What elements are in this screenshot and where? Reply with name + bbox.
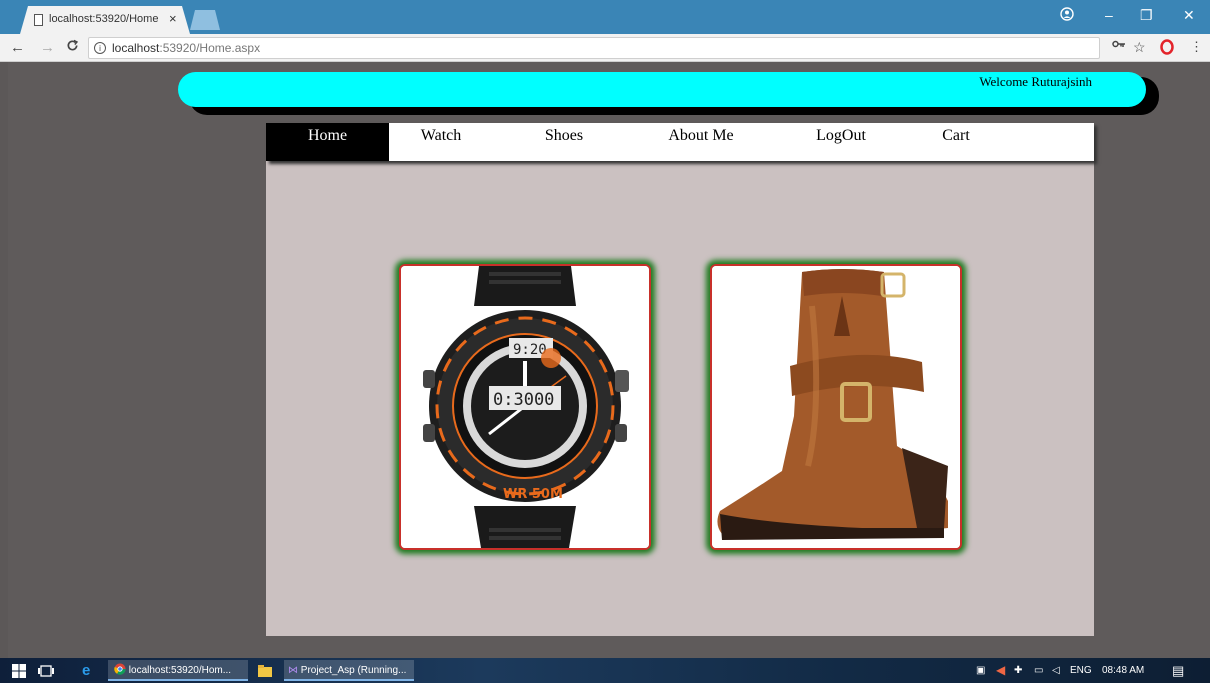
volume-icon[interactable]: ◁ [1052, 660, 1060, 681]
windows-start-icon[interactable] [12, 660, 26, 681]
browser-tab[interactable]: localhost:53920/Home.a: × [20, 6, 190, 34]
visual-studio-icon: ⋈ [288, 665, 298, 676]
profile-icon[interactable] [1060, 7, 1074, 24]
windows-taskbar: e localhost:53920/Hom... ⋈ Project_Asp (… [0, 658, 1210, 683]
key-icon[interactable] [1112, 39, 1126, 52]
menu-icon[interactable]: ⋮ [1190, 39, 1203, 55]
nav-logout[interactable]: LogOut [791, 123, 891, 161]
new-tab-button[interactable] [190, 10, 220, 30]
tab-close-button[interactable]: × [169, 11, 177, 26]
watch-digital-text: 0:3000 [493, 390, 554, 410]
notification-icon[interactable]: ▤ [1172, 660, 1184, 681]
edge-icon[interactable]: e [82, 660, 98, 681]
welcome-text: Welcome Ruturajsinh [979, 74, 1092, 89]
nav-watch[interactable]: Watch [391, 123, 491, 161]
boot-product-card[interactable] [710, 264, 962, 550]
boot-image [712, 266, 960, 548]
taskbar-visual-studio-window[interactable]: ⋈ Project_Asp (Running... [284, 660, 414, 681]
nav-cart[interactable]: Cart [906, 123, 1006, 161]
watch-product-card[interactable]: 9:20 0:3000 WR 50M [399, 264, 651, 550]
task-view-icon[interactable] [38, 660, 54, 681]
watch-image: 9:20 0:3000 WR 50M [401, 266, 649, 548]
back-icon[interactable]: ← [10, 39, 25, 56]
clock[interactable]: 08:48 AM [1102, 660, 1144, 681]
forward-icon[interactable]: → [40, 39, 55, 56]
taskbar-chrome-label: localhost:53920/Hom... [128, 665, 232, 676]
nav-about-me[interactable]: About Me [646, 123, 756, 161]
browser-titlebar: localhost:53920/Home.a: × – ❐ ✕ [0, 0, 1210, 34]
network-icon[interactable]: ▣ [976, 660, 985, 681]
info-icon[interactable]: i [94, 42, 106, 54]
taskbar-chrome-window[interactable]: localhost:53920/Hom... [108, 660, 248, 681]
tab-title: localhost:53920/Home.a: [49, 13, 159, 25]
browser-toolbar: ← → i localhost:53920/Home.aspx ☆ ⋮ [0, 34, 1210, 62]
security-icon[interactable]: ✚ [1014, 660, 1022, 681]
wifi-icon[interactable]: ▭ [1034, 660, 1043, 681]
minimize-button[interactable]: – [1105, 7, 1113, 23]
close-button[interactable]: ✕ [1183, 7, 1195, 24]
flag-icon[interactable]: ◀ [996, 660, 1005, 681]
nav-menu: Home Watch Shoes About Me LogOut Cart [266, 123, 1094, 161]
file-explorer-icon[interactable] [258, 660, 272, 681]
page-viewport: Welcome Ruturajsinh Home Watch Shoes Abo… [8, 62, 1210, 658]
address-bar[interactable]: i localhost:53920/Home.aspx [88, 37, 1100, 59]
nav-shoes[interactable]: Shoes [514, 123, 614, 161]
page-icon [34, 14, 43, 26]
reload-icon[interactable] [66, 39, 79, 56]
bookmark-star-icon[interactable]: ☆ [1133, 39, 1146, 56]
restore-button[interactable]: ❐ [1140, 7, 1153, 24]
address-url: localhost:53920/Home.aspx [112, 41, 261, 55]
nav-home[interactable]: Home [266, 123, 389, 161]
opera-icon[interactable] [1160, 39, 1174, 59]
watch-band-text: WR 50M [503, 487, 563, 502]
taskbar-visual-studio-label: Project_Asp (Running... [300, 665, 407, 676]
welcome-bar: Welcome Ruturajsinh [178, 72, 1146, 107]
language-indicator[interactable]: ENG [1070, 660, 1092, 681]
main-content: Home Watch Shoes About Me LogOut Cart 9:… [266, 123, 1094, 636]
